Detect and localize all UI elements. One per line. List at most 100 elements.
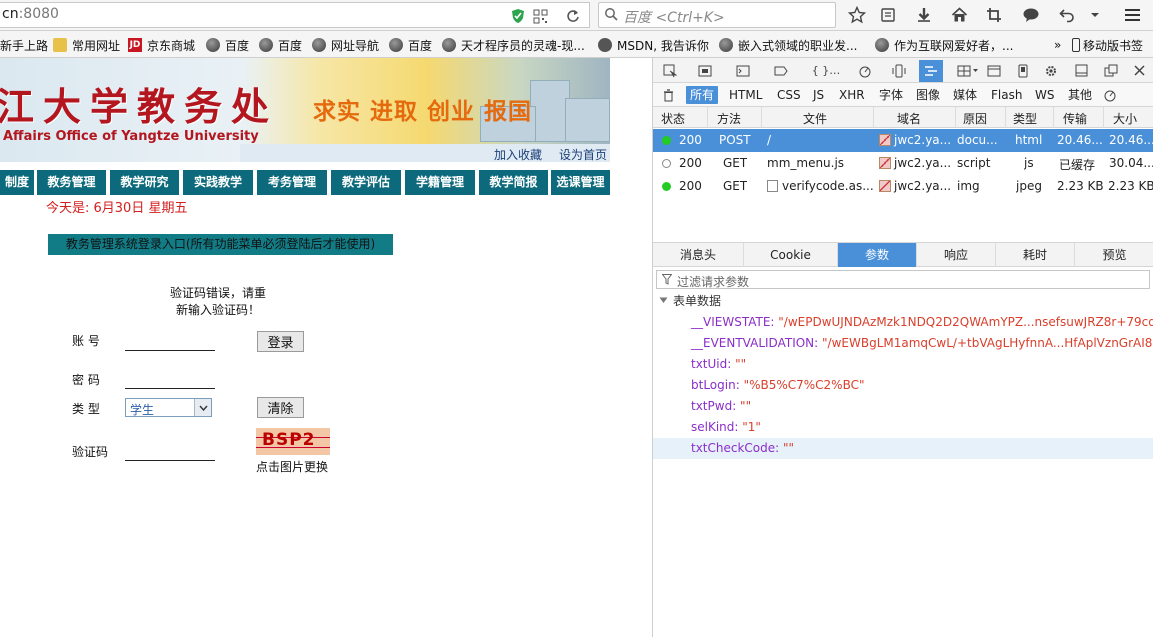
bookmark-item[interactable]: JD 京东商城 [128,37,195,53]
tab-timings[interactable]: 耗时 [996,243,1075,267]
chat-bubble-icon[interactable] [1020,4,1042,26]
column-header-type[interactable]: 类型 [1013,110,1037,127]
tab-cookies[interactable]: Cookie [744,243,838,267]
request-row[interactable]: 200 GET verifycode.as... jwc2.ya... img … [653,175,1153,198]
filter-tab-other[interactable]: 其他 [1064,86,1096,104]
filter-tab-media[interactable]: 媒体 [949,86,981,104]
home-icon[interactable] [948,4,970,26]
bookmark-item[interactable]: 百度 [206,37,249,53]
menu-item[interactable]: 学籍管理 [405,170,475,195]
network-icon[interactable] [919,60,943,82]
column-header-size[interactable]: 大小 [1113,110,1137,127]
param-row[interactable]: __VIEWSTATE: "/wEPDwUJNDAzMzk1NDQ2D2QWAm… [653,312,1153,333]
settings-gear-icon[interactable] [1041,61,1060,80]
bookmark-item[interactable]: MSDN, 我告诉你 [598,37,709,53]
param-row[interactable]: txtCheckCode: "" [653,438,1153,459]
debugger-icon[interactable] [771,61,790,80]
qr-code-icon[interactable] [531,7,549,25]
menu-item[interactable]: 制度 [0,170,34,195]
trash-icon[interactable] [659,86,678,105]
set-home-link[interactable]: 设为首页 [559,146,607,162]
filter-tab-css[interactable]: CSS [773,86,805,104]
type-select[interactable]: 学生 [125,398,212,417]
param-row[interactable]: txtUid: "" [653,354,1153,375]
request-row[interactable]: 200 GET mm_menu.js jwc2.ya... script js … [653,152,1153,175]
style-editor-icon[interactable]: { }… [811,61,841,80]
captcha-input[interactable] [125,443,215,461]
url-bar[interactable]: cn:8080 [0,2,590,28]
menu-item[interactable]: 教学简报 [479,170,548,195]
param-row[interactable]: btLogin: "%B5%C7%C2%BC" [653,375,1153,396]
bookmark-item[interactable]: 嵌入式领域的职业发... [719,37,857,53]
menu-item[interactable]: 教学评估 [331,170,401,195]
bookmark-folder[interactable]: 常用网址 [53,37,120,53]
chevron-down-icon[interactable] [1084,4,1106,26]
account-input[interactable] [125,333,215,351]
bookmark-item[interactable]: 作为互联网爱好者，... [875,37,1013,53]
undo-icon[interactable] [1056,4,1078,26]
menu-item[interactable]: 教学研究 [110,170,179,195]
filter-tab-images[interactable]: 图像 [912,86,944,104]
hamburger-menu-icon[interactable] [1121,4,1143,26]
scratchpad-icon[interactable] [984,61,1003,80]
menu-item[interactable]: 考务管理 [257,170,327,195]
menu-item[interactable]: 选课管理 [551,170,610,195]
layout-dock-icon[interactable] [955,61,981,80]
menu-item[interactable]: 实践教学 [183,170,253,195]
tab-preview[interactable]: 预览 [1075,243,1153,267]
filter-tab-flash[interactable]: Flash [987,86,1026,104]
filter-tab-ws[interactable]: WS [1031,86,1058,104]
column-header-file[interactable]: 文件 [803,110,827,127]
tab-response[interactable]: 响应 [917,243,996,267]
tab-headers[interactable]: 消息头 [653,243,744,267]
search-bar[interactable]: 百度 <Ctrl+K> [598,2,836,28]
bookmark-item[interactable]: 天才程序员的灵魂-现... [442,37,585,53]
column-header-cause[interactable]: 原因 [963,110,987,127]
login-button[interactable]: 登录 [257,331,304,352]
param-row[interactable]: txtPwd: "" [653,396,1153,417]
clear-button[interactable]: 清除 [257,397,304,418]
filter-tab-all[interactable]: 所有 [686,86,719,104]
console-icon[interactable] [733,61,752,80]
filter-tab-html[interactable]: HTML [725,86,766,104]
bookmarks-overflow-button[interactable]: » [1054,37,1061,53]
menu-item[interactable]: 教务管理 [37,170,106,195]
add-favorite-link[interactable]: 加入收藏 [494,146,542,162]
param-row[interactable]: __EVENTVALIDATION: "/wEWBgLM1amqCwL/+tbV… [653,333,1153,354]
bookmark-item[interactable]: 百度 [389,37,432,53]
tab-params[interactable]: 参数 [838,243,917,267]
bookmark-item[interactable]: 百度 [259,37,302,53]
mobile-bookmarks[interactable]: 移动版书签 [1072,37,1143,53]
bookmark-item[interactable]: 新手上路 [0,37,48,53]
separate-window-icon[interactable] [1101,61,1120,80]
param-filter-input[interactable]: 过滤请求参数 [656,270,1150,289]
reload-icon[interactable] [564,7,582,25]
password-input[interactable] [125,371,215,389]
column-header-transferred[interactable]: 传输 [1063,110,1087,127]
filter-tab-js[interactable]: JS [809,86,828,104]
shield-icon[interactable] [509,7,527,25]
param-row[interactable]: selKind: "1" [653,417,1153,438]
dock-bottom-icon[interactable] [1072,61,1091,80]
element-picker-icon[interactable] [660,61,679,80]
filter-tab-fonts[interactable]: 字体 [875,86,907,104]
responsive-design-icon[interactable] [889,61,908,80]
url-text[interactable]: cn:8080 [2,6,59,22]
request-row[interactable]: 200 POST / jwc2.ya... docu... html 20.46… [653,129,1153,152]
performance-icon[interactable] [855,61,874,80]
reading-list-icon[interactable] [877,4,899,26]
form-data-section[interactable]: 表单数据 [659,292,721,309]
crop-screenshot-icon[interactable] [983,4,1005,26]
column-header-status[interactable]: 状态 [661,110,685,127]
bookmark-item[interactable]: 网址导航 [312,37,379,53]
column-header-method[interactable]: 方法 [717,110,741,127]
performance-analysis-icon[interactable] [1100,85,1119,104]
close-icon[interactable] [1130,61,1149,80]
download-icon[interactable] [913,4,935,26]
bookmark-star-icon[interactable] [846,4,868,26]
mobile-preview-icon[interactable] [1013,61,1032,80]
inspector-icon[interactable] [695,61,714,80]
filter-tab-xhr[interactable]: XHR [835,86,869,104]
captcha-image[interactable]: BSP2 [256,428,330,455]
column-header-domain[interactable]: 域名 [897,110,921,127]
